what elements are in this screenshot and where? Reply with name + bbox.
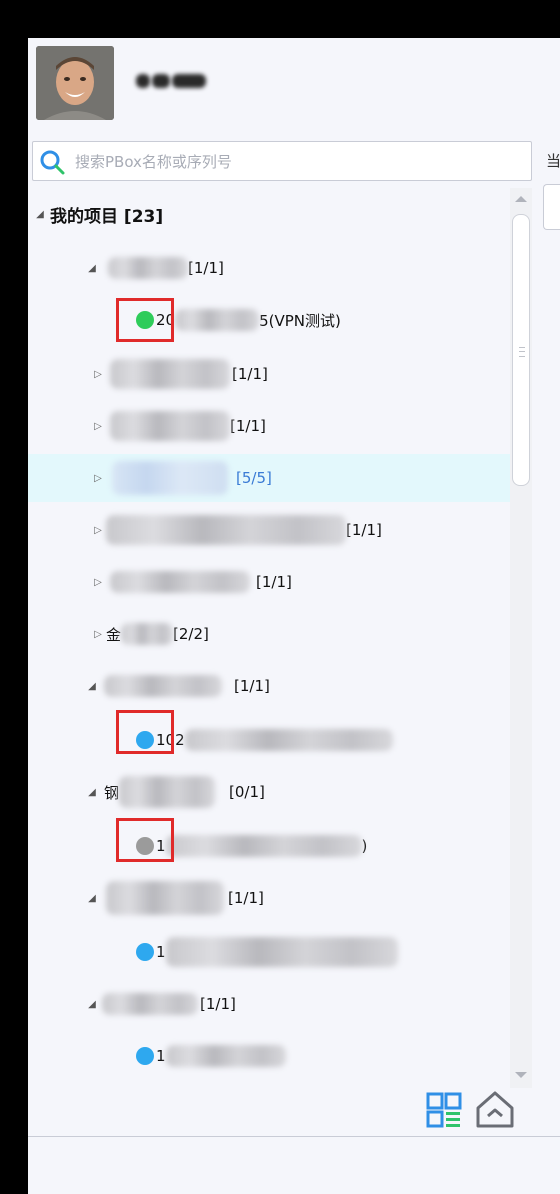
tree-group-selected[interactable]: ▷ [5/5]	[28, 454, 510, 502]
scroll-thumb[interactable]	[512, 214, 530, 486]
redacted-name	[106, 515, 346, 545]
tree-device[interactable]: 20 5(VPN测试)	[136, 296, 560, 344]
redacted-name	[110, 359, 230, 389]
triangle-collapsed-icon[interactable]: ▷	[92, 525, 104, 536]
project-tree: ◢ 我的项目 [23] ◢ [1/1] 20 5(VPN测试) ▷ [1/1] …	[28, 188, 510, 1088]
tree-scrollbar[interactable]	[510, 188, 532, 1088]
highlight-box	[116, 710, 174, 754]
device-prefix: 1	[156, 943, 166, 961]
tree-group[interactable]: ◢ [1/1]	[86, 662, 560, 710]
tree-group[interactable]: ▷ [1/1]	[92, 350, 560, 398]
status-bar	[28, 1136, 560, 1183]
right-pane-card	[543, 184, 560, 230]
tree-group[interactable]: ▷ [1/1]	[92, 558, 560, 606]
redacted-name	[165, 937, 398, 967]
status-online-icon	[136, 1047, 154, 1065]
highlight-box	[116, 298, 174, 342]
tree-device[interactable]: 1	[136, 1032, 560, 1080]
group-count: [1/1]	[188, 259, 224, 277]
user-avatar[interactable]	[36, 46, 114, 120]
search-icon[interactable]	[39, 149, 65, 175]
group-count: [1/1]	[234, 677, 270, 695]
group-count: [1/1]	[256, 573, 292, 591]
triangle-collapsed-icon[interactable]: ▷	[92, 369, 104, 380]
tree-group[interactable]: ▷ [1/1]	[92, 506, 560, 554]
highlight-box	[116, 818, 174, 862]
tree-group[interactable]: ◢ [1/1]	[86, 244, 560, 292]
triangle-collapsed-icon[interactable]: ▷	[92, 577, 104, 588]
redacted-name	[119, 776, 216, 808]
redacted-name	[175, 309, 260, 331]
redacted-name	[184, 729, 393, 751]
group-count: [1/1]	[228, 889, 264, 907]
status-online-icon	[136, 943, 154, 961]
group-count: [0/1]	[229, 783, 265, 801]
redacted-name	[121, 623, 174, 645]
redacted-name	[110, 411, 230, 441]
scroll-down-icon[interactable]	[515, 1072, 527, 1078]
triangle-expanded-icon[interactable]: ◢	[34, 209, 46, 220]
redacted-name	[165, 1045, 286, 1067]
tree-group[interactable]: ▷ 金 [2/2]	[92, 610, 560, 658]
tree-group[interactable]: ◢ [1/1]	[86, 874, 560, 922]
tree-group[interactable]: ▷ [1/1]	[92, 402, 560, 450]
username	[136, 71, 216, 91]
triangle-collapsed-icon[interactable]: ▷	[92, 473, 104, 484]
redacted-name	[106, 881, 224, 915]
device-suffix: )	[361, 837, 368, 855]
group-prefix: 金	[106, 625, 122, 644]
triangle-expanded-icon[interactable]: ◢	[86, 999, 98, 1010]
triangle-collapsed-icon[interactable]: ▷	[92, 629, 104, 640]
scroll-grip-icon	[519, 347, 525, 357]
tree-device[interactable]: 1 )	[136, 822, 560, 870]
group-prefix: 钢	[104, 783, 120, 802]
group-count: [1/1]	[232, 365, 268, 383]
group-count: [1/1]	[346, 521, 382, 539]
home-icon[interactable]	[474, 1088, 516, 1130]
triangle-expanded-icon[interactable]: ◢	[86, 681, 98, 692]
tree-group[interactable]: ◢ 钢 [0/1]	[86, 768, 560, 816]
tree-group[interactable]: ◢ [1/1]	[86, 980, 560, 1028]
group-count: [5/5]	[236, 469, 272, 487]
triangle-collapsed-icon[interactable]: ▷	[92, 421, 104, 432]
triangle-expanded-icon[interactable]: ◢	[86, 263, 98, 274]
redacted-name	[112, 461, 228, 495]
redacted-name	[165, 835, 362, 857]
tree-device[interactable]: 1	[136, 928, 560, 976]
redacted-name	[102, 993, 198, 1015]
group-count: [1/1]	[230, 417, 266, 435]
redacted-name	[104, 675, 222, 697]
tree-device[interactable]: 102	[136, 716, 560, 764]
search-box[interactable]	[32, 141, 532, 181]
tree-root-label: 我的项目 [23]	[50, 206, 164, 227]
scroll-up-icon[interactable]	[515, 196, 527, 202]
redacted-name	[110, 571, 250, 593]
triangle-expanded-icon[interactable]: ◢	[86, 787, 98, 798]
device-suffix: 5(VPN测试)	[259, 311, 341, 330]
redacted-name	[108, 257, 188, 279]
app-window: 当 ◢ 我的项目 [23] ◢ [1/1] 20 5(VPN测试) ▷ [1/1…	[28, 38, 560, 1194]
group-count: [1/1]	[200, 995, 236, 1013]
device-prefix: 1	[156, 1047, 166, 1065]
qr-code-icon[interactable]	[426, 1092, 462, 1128]
triangle-expanded-icon[interactable]: ◢	[86, 893, 98, 904]
right-pane-label: 当	[546, 152, 560, 170]
tree-root[interactable]: ◢ 我的项目 [23]	[34, 190, 516, 238]
group-count: [2/2]	[173, 625, 209, 643]
search-input[interactable]	[73, 148, 527, 176]
